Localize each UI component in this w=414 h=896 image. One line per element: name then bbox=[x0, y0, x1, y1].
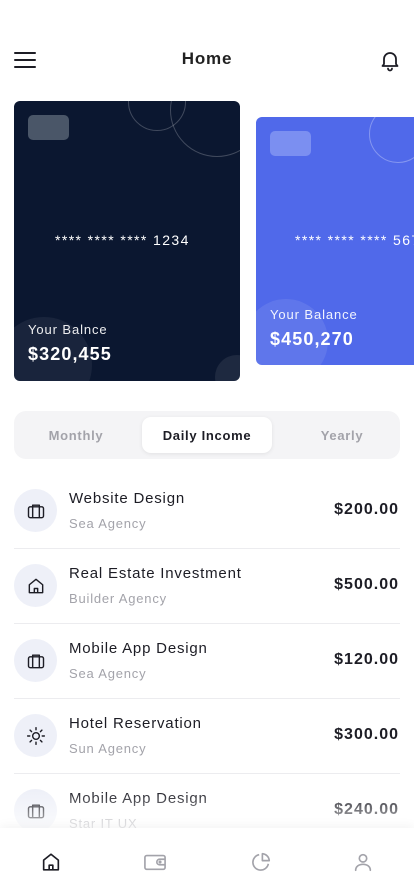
house-icon bbox=[14, 564, 57, 607]
list-item[interactable]: Mobile App Design Sea Agency $120.00 bbox=[14, 624, 400, 699]
income-period-tabs: Monthly Daily Income Yearly bbox=[14, 411, 400, 459]
top-bar: Home bbox=[0, 44, 414, 76]
card-carousel[interactable]: **** **** **** 1234 Your Balnce $320,455… bbox=[14, 101, 414, 383]
balance-value: $450,270 bbox=[270, 329, 354, 349]
briefcase-icon bbox=[14, 489, 57, 532]
balance-card-primary[interactable]: **** **** **** 1234 Your Balnce $320,455 bbox=[14, 101, 240, 381]
decor-blob bbox=[215, 355, 240, 381]
bottom-nav bbox=[0, 828, 414, 896]
balance-label: Your Balance bbox=[270, 307, 358, 322]
sun-icon bbox=[14, 714, 57, 757]
tab-yearly[interactable]: Yearly bbox=[284, 417, 400, 453]
transaction-subtitle: Sun Agency bbox=[69, 741, 147, 756]
list-item[interactable]: Hotel Reservation Sun Agency $300.00 bbox=[14, 699, 400, 774]
transaction-subtitle: Star IT UX bbox=[69, 816, 138, 828]
tab-daily-income[interactable]: Daily Income bbox=[142, 417, 272, 453]
list-item[interactable]: Real Estate Investment Builder Agency $5… bbox=[14, 549, 400, 624]
card-number: **** **** **** 5678 bbox=[295, 232, 414, 248]
transaction-amount: $300.00 bbox=[334, 726, 399, 743]
transaction-subtitle: Sea Agency bbox=[69, 666, 147, 681]
balance-card-secondary[interactable]: **** **** **** 5678 Your Balance $450,27… bbox=[256, 117, 414, 365]
page-title: Home bbox=[181, 49, 233, 68]
transaction-amount: $500.00 bbox=[334, 576, 399, 593]
transaction-amount: $120.00 bbox=[334, 651, 399, 668]
profile-icon[interactable] bbox=[349, 848, 377, 876]
card-chip bbox=[270, 131, 311, 156]
transaction-amount: $240.00 bbox=[334, 801, 399, 818]
home-icon[interactable] bbox=[37, 848, 65, 876]
decor-ring bbox=[369, 117, 414, 163]
pie-chart-icon[interactable] bbox=[247, 848, 275, 876]
balance-label: Your Balnce bbox=[28, 322, 108, 337]
transaction-title: Real Estate Investment bbox=[69, 565, 242, 582]
briefcase-icon bbox=[14, 639, 57, 682]
decor-ring bbox=[170, 101, 240, 157]
transaction-title: Website Design bbox=[69, 490, 185, 507]
transaction-subtitle: Builder Agency bbox=[69, 591, 167, 606]
transaction-amount: $200.00 bbox=[334, 501, 399, 518]
card-chip bbox=[28, 115, 69, 140]
transaction-list[interactable]: Website Design Sea Agency $200.00 Real E… bbox=[14, 474, 400, 828]
balance-value: $320,455 bbox=[28, 344, 112, 364]
bell-icon[interactable] bbox=[378, 48, 402, 72]
wallet-icon[interactable] bbox=[141, 848, 169, 876]
transaction-title: Mobile App Design bbox=[69, 640, 208, 657]
transaction-subtitle: Sea Agency bbox=[69, 516, 147, 531]
tab-monthly[interactable]: Monthly bbox=[18, 417, 134, 453]
card-number: **** **** **** 1234 bbox=[55, 232, 190, 248]
briefcase-icon bbox=[14, 789, 57, 828]
list-item[interactable]: Website Design Sea Agency $200.00 bbox=[14, 474, 400, 549]
transaction-title: Hotel Reservation bbox=[69, 715, 202, 732]
list-item[interactable]: Mobile App Design Star IT UX $240.00 bbox=[14, 774, 400, 828]
transaction-title: Mobile App Design bbox=[69, 790, 208, 807]
